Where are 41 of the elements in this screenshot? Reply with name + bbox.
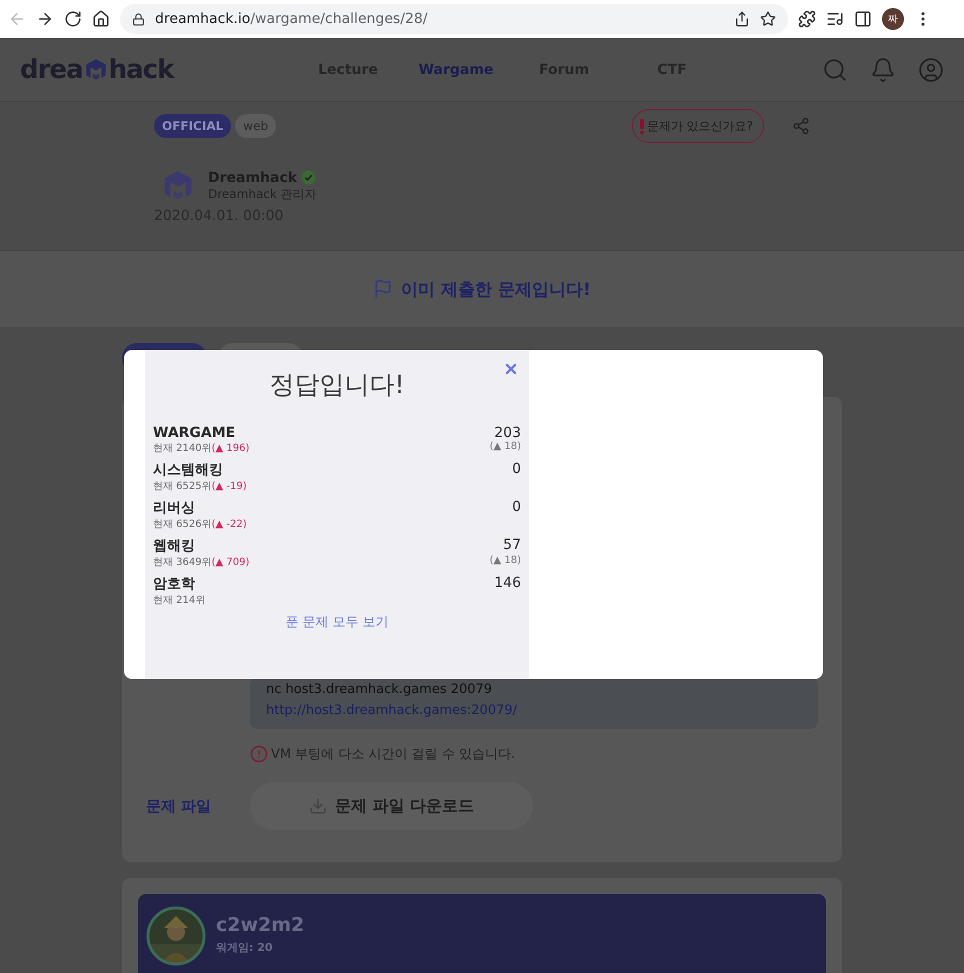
category-score: 57 — [502, 537, 521, 555]
category-score: 146 — [494, 575, 521, 593]
solved-link[interactable]: 푼 문제 모두 보기 — [285, 613, 389, 631]
category-score: 203 — [493, 425, 521, 441]
score-gain: (▲ 18) — [490, 555, 521, 568]
category-name: 암호학 — [153, 575, 196, 593]
category-name: WARGAME — [153, 425, 236, 441]
rank-text: 현재 3649위(▲ 709) — [153, 556, 250, 569]
user-stat: 워게임: 20 — [216, 941, 273, 954]
download-button[interactable]: 문제 파일 다운로드 — [250, 782, 533, 830]
category-name: 리버싱 — [153, 499, 196, 517]
playlist-icon[interactable] — [826, 10, 844, 28]
lock-icon — [132, 12, 145, 26]
category-score: 0 — [512, 499, 521, 517]
flag-icon — [373, 279, 394, 299]
rank-text: 현재 6526위(▲ -22) — [153, 518, 248, 531]
rank-text: 현재 2140위(▲ 196) — [153, 442, 250, 455]
url-text: dreamhack.io/wargame/challenges/28/ — [155, 11, 428, 27]
category-name: 시스템해킹 — [153, 461, 224, 479]
home-icon[interactable] — [92, 10, 110, 28]
close-icon[interactable] — [503, 361, 519, 377]
dialog-title: 정답입니다! — [268, 369, 406, 401]
puzzle-icon[interactable] — [798, 10, 816, 28]
alert-icon — [250, 745, 268, 763]
side-panel-icon[interactable] — [854, 10, 872, 28]
category-score: 0 — [512, 461, 521, 479]
category-name: 웹해킹 — [153, 537, 196, 555]
connection-command: nc host3.dreamhack.games 20079 — [266, 681, 494, 699]
address-bar[interactable]: dreamhack.io/wargame/challenges/28/ — [120, 4, 788, 34]
profile-avatar[interactable]: 짜 — [882, 8, 904, 30]
tag: OFFICIAL — [154, 114, 232, 138]
forward-icon[interactable] — [36, 10, 54, 28]
download-icon — [308, 797, 327, 815]
reload-icon[interactable] — [64, 10, 82, 28]
rank-text: 현재 6525위(▲ -19) — [153, 480, 248, 493]
score-gain: (▲ 18) — [490, 441, 521, 454]
rank-text: 현재 214위 — [153, 594, 206, 607]
user-name[interactable]: c2w2m2 — [216, 914, 304, 936]
star-icon[interactable] — [760, 11, 776, 27]
file-label: 문제 파일 — [146, 796, 212, 816]
share-icon[interactable] — [734, 11, 750, 27]
